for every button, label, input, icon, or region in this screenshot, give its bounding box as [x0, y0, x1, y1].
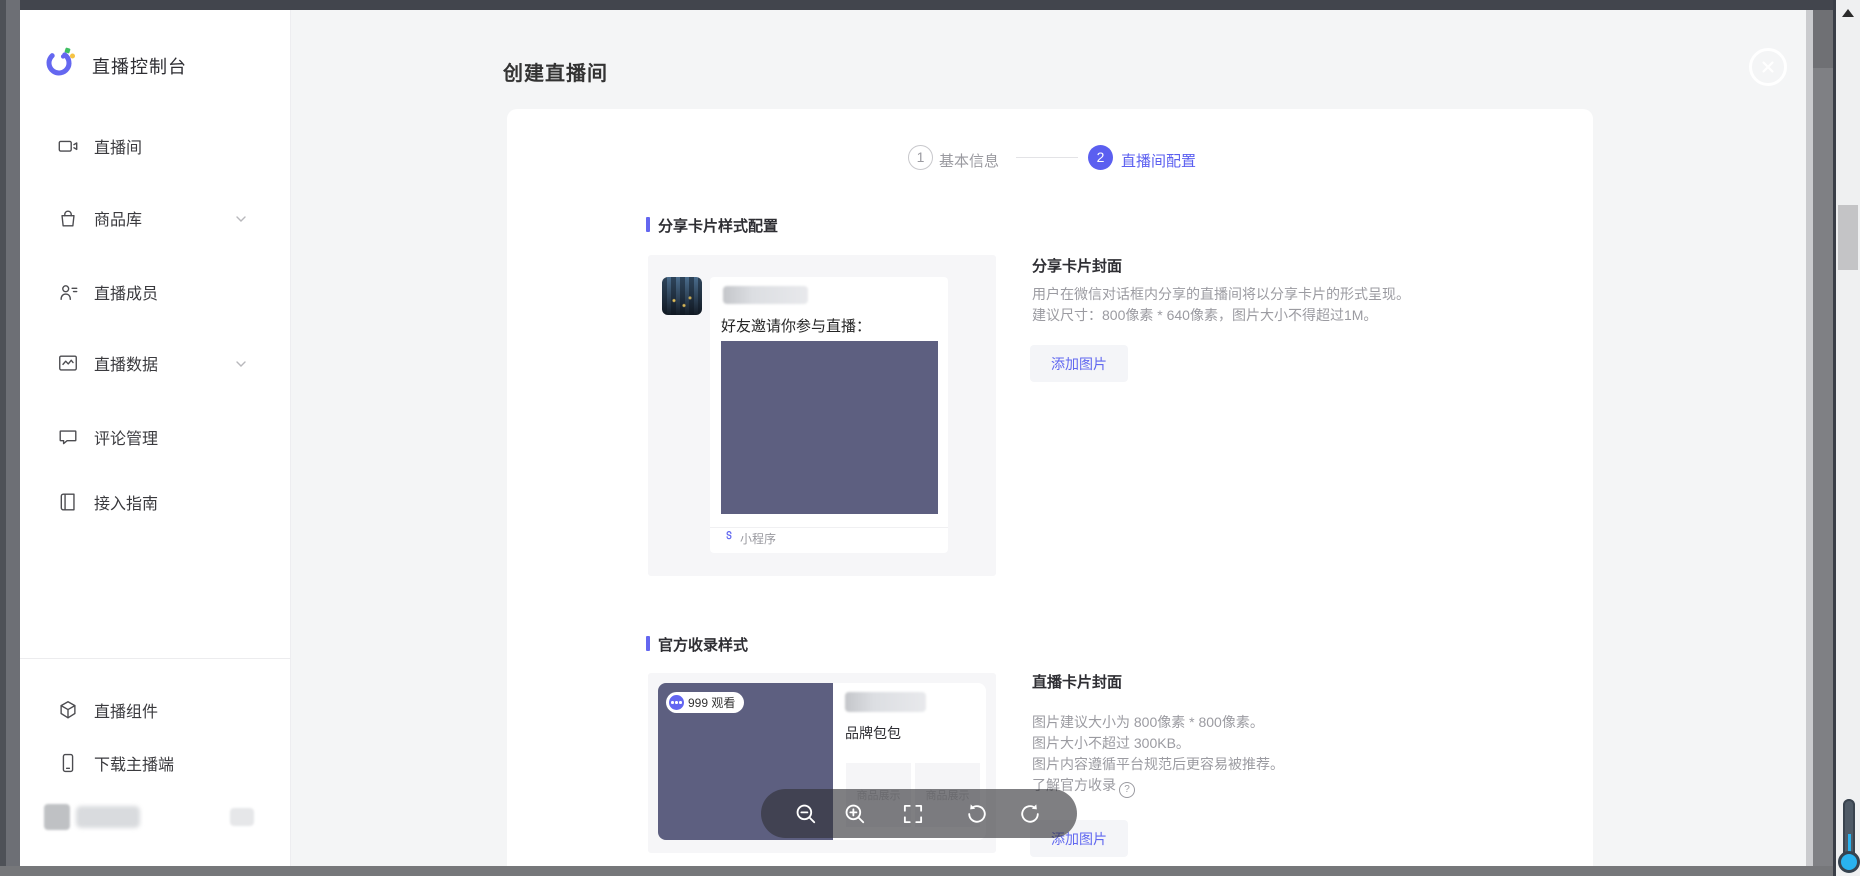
image-viewer-toolbar	[761, 789, 1077, 838]
official-info-title: 直播卡片封面	[1032, 671, 1122, 692]
screen: 直播控制台 直播间 商品库 直播成员 直播数据 评论管理	[0, 0, 1860, 876]
share-message-text: 好友邀请你参与直播：	[721, 315, 871, 336]
sidebar-divider	[20, 658, 291, 659]
app-logo-icon	[43, 45, 77, 79]
frame-left	[0, 0, 20, 876]
section-accent-bar	[646, 636, 650, 651]
zoom-in-icon[interactable]	[842, 801, 868, 827]
bag-icon	[57, 207, 79, 229]
sidebar-item-product-library[interactable]: 商品库	[20, 198, 291, 238]
share-info-desc-1: 用户在微信对话框内分享的直播间将以分享卡片的形式呈现。	[1032, 284, 1410, 305]
sidebar-item-label: 直播间	[94, 134, 142, 158]
sidebar-item-label: 直播数据	[94, 351, 158, 375]
chart-icon	[57, 352, 79, 374]
scrollbar-up-arrow-icon[interactable]	[1842, 9, 1854, 17]
live-indicator-icon	[669, 695, 684, 710]
scrollbar-thumb[interactable]	[1838, 205, 1858, 270]
sidebar-item-live-components[interactable]: 直播组件	[20, 690, 291, 730]
share-add-image-button[interactable]: 添加图片	[1030, 345, 1128, 382]
frame-bottom	[0, 866, 1836, 876]
chat-avatar-image	[662, 277, 702, 315]
official-info-desc-2: 图片大小不超过 300KB。	[1032, 733, 1190, 754]
sidebar-item-live-members[interactable]: 直播成员	[20, 272, 291, 312]
camera-icon	[57, 135, 79, 157]
frame-right-light-strip	[1806, 10, 1813, 866]
share-cover-placeholder-image	[721, 341, 938, 514]
sidebar-item-label: 接入指南	[94, 490, 158, 514]
sidebar-item-download-anchor-app[interactable]: 下载主播端	[20, 743, 291, 783]
official-info-desc-3: 图片内容遵循平台规范后更容易被推荐。	[1032, 754, 1284, 775]
sidebar-item-label: 直播组件	[94, 698, 158, 722]
sender-name-redacted	[723, 286, 808, 304]
inner-scroll-thumb[interactable]	[1813, 10, 1833, 68]
scroll-cursor-bulb	[1838, 851, 1860, 873]
live-title-text: 品牌包包	[845, 723, 901, 743]
sidebar-item-label: 商品库	[94, 206, 142, 230]
step-connector	[1016, 157, 1078, 158]
mini-program-icon	[723, 529, 735, 547]
comment-icon	[57, 426, 79, 448]
step-1-circle: 1	[908, 145, 933, 170]
sidebar-item-label: 下载主播端	[94, 751, 174, 775]
chat-card-divider	[710, 527, 948, 528]
viewer-count-badge: 999 观看	[666, 692, 744, 713]
account-badge-redacted	[230, 808, 254, 826]
browser-scrollbar[interactable]	[1836, 0, 1860, 876]
account-avatar[interactable]	[44, 804, 70, 830]
close-icon	[1760, 59, 1776, 75]
sidebar-item-comment-management[interactable]: 评论管理	[20, 417, 291, 457]
rotate-right-icon[interactable]	[1017, 801, 1043, 827]
shop-name-redacted	[845, 692, 926, 712]
app-title: 直播控制台	[92, 53, 187, 79]
step-1-label: 基本信息	[939, 150, 999, 171]
step-2-circle: 2	[1088, 145, 1113, 170]
fullscreen-icon[interactable]	[900, 801, 926, 827]
zoom-out-icon[interactable]	[793, 801, 819, 827]
share-section-header: 分享卡片样式配置	[658, 215, 778, 236]
chevron-down-icon[interactable]	[235, 212, 247, 230]
official-info-desc-1: 图片建议大小为 800像素 * 800像素。	[1032, 712, 1264, 733]
chevron-down-icon[interactable]	[235, 357, 247, 375]
share-info-title: 分享卡片封面	[1032, 255, 1122, 276]
account-name-redacted[interactable]	[76, 806, 140, 828]
frame-top	[0, 0, 1836, 10]
mini-program-label: 小程序	[740, 530, 776, 547]
sidebar-item-integration-guide[interactable]: 接入指南	[20, 482, 291, 522]
official-section-header: 官方收录样式	[658, 634, 748, 655]
phone-icon	[57, 752, 79, 774]
help-icon[interactable]: ?	[1119, 782, 1135, 798]
modal-title: 创建直播间	[503, 57, 608, 86]
inner-scroll-track[interactable]	[1813, 10, 1833, 866]
sidebar-item-live-room[interactable]: 直播间	[20, 126, 291, 166]
book-icon	[57, 491, 79, 513]
sidebar-item-label: 评论管理	[94, 425, 158, 449]
share-info-desc-2: 建议尺寸：800像素 * 640像素，图片大小不得超过1M。	[1032, 305, 1377, 326]
viewer-count-text: 999 观看	[688, 694, 735, 711]
rotate-left-icon[interactable]	[964, 801, 990, 827]
section-accent-bar	[646, 217, 650, 232]
cube-icon	[57, 699, 79, 721]
member-icon	[57, 281, 79, 303]
sidebar-item-label: 直播成员	[94, 280, 158, 304]
close-button[interactable]	[1749, 48, 1787, 86]
step-2-label: 直播间配置	[1121, 150, 1196, 171]
share-card-preview: 好友邀请你参与直播： 小程序	[710, 277, 948, 553]
sidebar-item-live-data[interactable]: 直播数据	[20, 343, 291, 383]
